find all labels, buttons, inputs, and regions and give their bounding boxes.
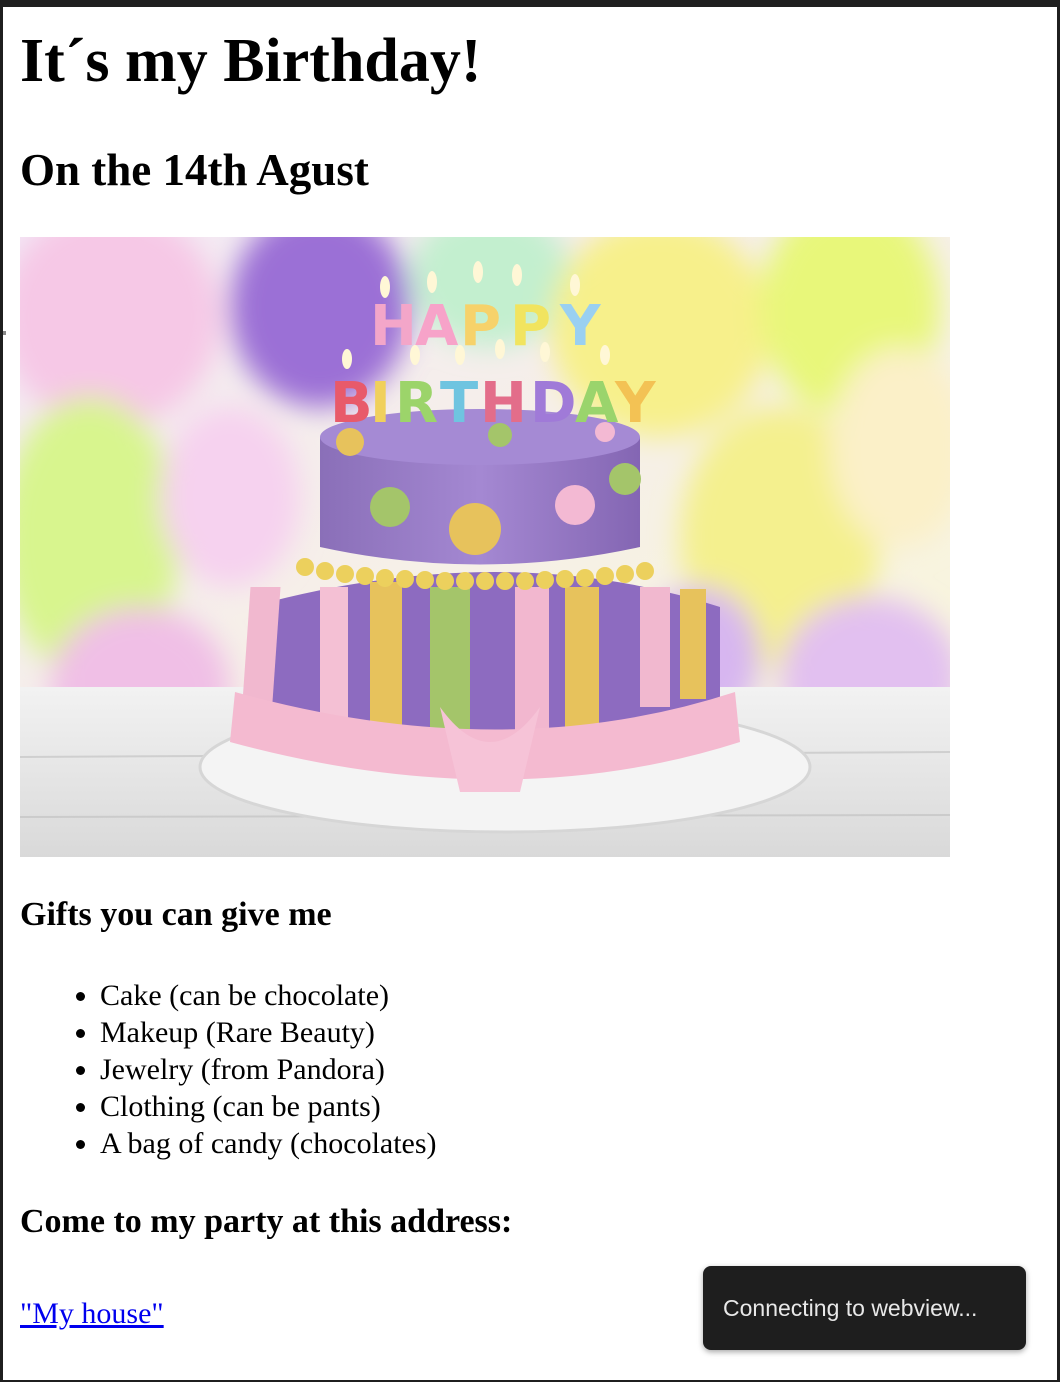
svg-text:H: H <box>370 294 417 359</box>
gift-list: Cake (can be chocolate) Makeup (Rare Bea… <box>20 977 1020 1162</box>
page-content: It´s my Birthday! On the 14th Agust H A … <box>20 7 1020 1334</box>
frame-resize-handle[interactable] <box>3 331 6 335</box>
date-heading: On the 14th Agust <box>20 145 369 195</box>
list-item: Clothing (can be pants) <box>100 1088 1020 1125</box>
birthday-cake-image: H A P P Y B I R T H D A Y <box>20 237 950 857</box>
svg-text:A: A <box>575 371 619 436</box>
svg-text:B: B <box>330 371 373 436</box>
page-title: It´s my Birthday! <box>20 27 482 95</box>
svg-text:P: P <box>460 294 501 359</box>
svg-text:R: R <box>395 371 438 436</box>
list-item: Cake (can be chocolate) <box>100 977 1020 1014</box>
svg-text:T: T <box>440 371 478 436</box>
address-link[interactable]: "My house" <box>20 1294 164 1334</box>
svg-text:I: I <box>370 371 391 436</box>
list-item: A bag of candy (chocolates) <box>100 1125 1020 1162</box>
svg-text:Y: Y <box>614 371 657 436</box>
gifts-heading: Gifts you can give me <box>20 896 332 933</box>
svg-text:Y: Y <box>559 294 602 359</box>
svg-text:H: H <box>480 371 527 436</box>
svg-text:D: D <box>530 371 576 436</box>
address-heading: Come to my party at this address: <box>20 1203 513 1240</box>
list-item: Makeup (Rare Beauty) <box>100 1014 1020 1051</box>
svg-text:A: A <box>415 294 459 359</box>
connecting-toast: Connecting to webview... <box>703 1266 1026 1350</box>
list-item: Jewelry (from Pandora) <box>100 1051 1020 1088</box>
toast-message: Connecting to webview... <box>723 1294 978 1321</box>
